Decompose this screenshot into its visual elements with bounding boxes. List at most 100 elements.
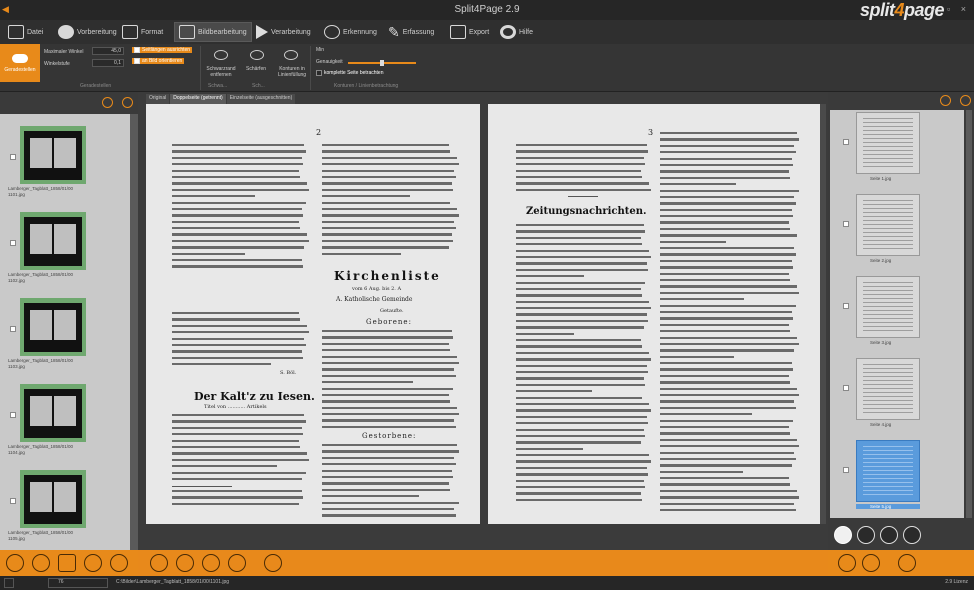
item-checkbox[interactable] [10,498,16,504]
circle-mode-icon[interactable] [903,526,921,544]
zoom-out-icon[interactable] [176,554,194,572]
output-page-list[interactable]: Seite 1.jpg Seite 2.jpg Seite 3.jpg Seit… [830,110,964,518]
text-line [516,175,643,179]
zoom-in-icon[interactable] [150,554,168,572]
text-column [322,444,460,521]
undo-icon[interactable] [264,554,282,572]
view-subtabs: Original Doppelseite (getrennt) Einzelse… [146,94,296,104]
text-line [172,324,308,328]
text-line [660,195,795,199]
zoom-box[interactable] [48,578,108,588]
text-line [516,281,646,284]
item-checkbox[interactable] [843,467,849,473]
text-line [660,425,789,429]
clock-icon[interactable] [898,554,916,572]
checkbox-icon [134,47,140,53]
item-checkbox[interactable] [843,139,849,145]
zeitungsnachrichten-heading: Zeitungsnachrichten. [526,206,647,217]
kirchenliste-subheading: vom 6 Aug. bis 2. A [352,286,402,292]
tab-format[interactable]: Format [118,22,167,42]
text-line [172,458,309,462]
tab-bildbearbeitung[interactable]: Bildbearbeitung [174,22,252,42]
text-line [322,163,459,166]
left-scrollbar[interactable] [130,114,138,550]
tab-verarbeitung[interactable]: Verarbeitung [252,22,315,42]
grid-mode-icon[interactable] [880,526,898,544]
text-line [322,188,454,192]
window-title: Split4Page 2.9 [454,4,520,15]
list-item[interactable] [843,112,920,174]
tab-hilfe[interactable]: Hilfe [496,22,537,42]
zoom-reset-icon[interactable] [228,554,246,572]
tab-erkennung[interactable]: Erkennung [320,22,381,42]
window-controls[interactable]: – ▫ × [932,4,970,14]
source-image-list[interactable]: Lamberger_Tagblatt_1858/01/00 1101.jpg L… [0,114,130,550]
increment-field[interactable]: 0,1 [92,59,124,67]
toggle-icon [12,53,28,63]
text-line [516,409,651,412]
text-line [516,358,651,361]
konturen-button[interactable]: Konturen in Linienfüllung [276,66,308,78]
tab-datei[interactable]: Datei [4,22,47,42]
text-line [660,151,796,154]
list-item-selected[interactable] [843,440,920,502]
refresh-icon[interactable] [84,554,102,572]
subtab-einzelseite[interactable]: Einzelseite (ausgeschnitten) [226,94,296,104]
text-line [516,454,650,457]
text-line [172,356,304,360]
right-scrollbar[interactable] [966,110,972,518]
subtab-doppelseite[interactable]: Doppelseite (getrennt) [170,94,226,104]
text-line [660,381,791,384]
text-line [660,227,791,231]
text-line [660,323,789,327]
geradestellen-button[interactable]: Geradestellen [0,44,40,82]
list-item[interactable] [843,194,920,256]
single-page-mode-icon[interactable] [834,526,852,544]
slider-knob[interactable] [380,60,384,66]
zoom-in-icon[interactable] [940,95,951,106]
zoom-out-icon[interactable] [122,97,133,108]
rotate-left-icon[interactable] [6,554,24,572]
list-item[interactable] [843,276,920,338]
text-line [516,434,646,438]
text-line [660,189,799,192]
delete-icon[interactable] [110,554,128,572]
text-line [660,374,789,378]
text-line [172,246,305,249]
text-line [172,426,302,430]
download-icon[interactable] [838,554,856,572]
item-checkbox[interactable] [843,221,849,227]
zoom-in-icon[interactable] [102,97,113,108]
info-icon[interactable] [862,554,880,572]
komplette-seite-checkbox[interactable]: komplette Seite betrachten [316,70,383,76]
zoom-fit-icon[interactable] [202,554,220,572]
seitlangen-checkbox[interactable]: Seitlängen ausrichten [132,47,193,53]
max-angle-field[interactable]: 45,0 [92,47,124,55]
item-checkbox[interactable] [843,303,849,309]
text-line [322,463,456,466]
list-item[interactable] [843,358,920,420]
double-page-mode-icon[interactable] [857,526,875,544]
text-line [660,266,793,269]
text-line [172,414,305,417]
tab-erfassung[interactable]: ✎ Erfassung [384,22,438,42]
scharfen-button[interactable]: Schärfen [246,66,266,72]
page-icon[interactable] [58,554,76,572]
subtab-original[interactable]: Original [146,94,170,104]
zoom-out-icon[interactable] [960,95,971,106]
section-heading: A. Katholische Gemeinde [336,296,413,303]
schwarzrand-button[interactable]: Schwarzrand entfernen [204,66,238,78]
center-scrollbar[interactable] [820,104,826,524]
text-line [322,387,454,390]
text-line [322,201,451,204]
item-checkbox[interactable] [10,240,16,246]
rotate-right-icon[interactable] [32,554,50,572]
item-checkbox[interactable] [10,412,16,418]
tab-export[interactable]: Export [446,22,493,42]
bild-orientieren-checkbox[interactable]: an Bild orientieren [132,58,185,64]
item-checkbox[interactable] [843,385,849,391]
tab-vorbereitung[interactable]: Vorbereitung [54,22,121,42]
page-number: 3 [648,128,654,137]
item-checkbox[interactable] [10,154,16,160]
item-checkbox[interactable] [10,326,16,332]
